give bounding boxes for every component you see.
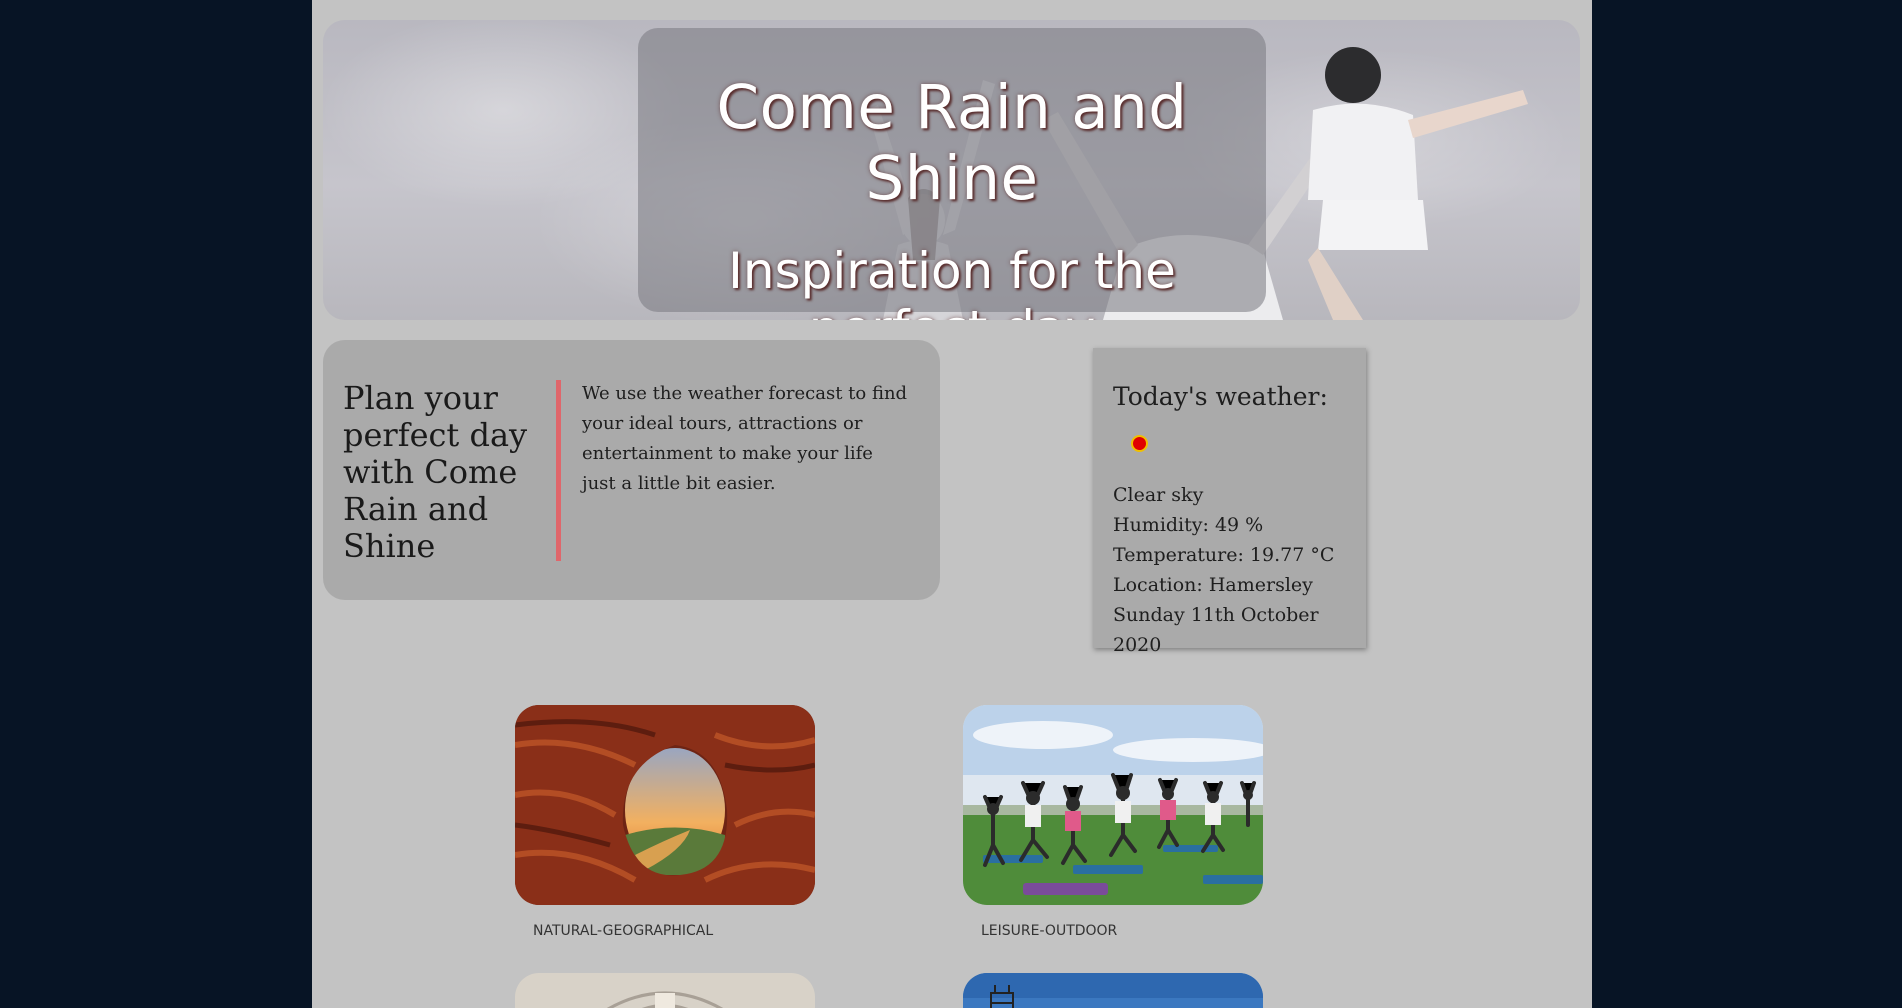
- category-card-leisure-outdoor[interactable]: LEISURE-OUTDOOR: [963, 705, 1263, 939]
- weather-widget: Today's weather: Clear sky Humidity: 49 …: [1093, 348, 1366, 656]
- weather-location: Location: Hamersley: [1113, 574, 1313, 596]
- weather-description: Clear sky: [1113, 484, 1204, 506]
- site-title: Come Rain and Shine: [716, 72, 1188, 214]
- intro-card: Plan your perfect day with Come Rain and…: [323, 340, 940, 600]
- category-label: LEISURE-OUTDOOR: [981, 923, 1118, 939]
- page-container: Come Rain and Shine Inspiration for the …: [312, 0, 1592, 1008]
- category-card-natural-geographical[interactable]: NATURAL-GEOGRAPHICAL: [515, 705, 815, 939]
- category-image-leisure-outdoor[interactable]: [963, 705, 1263, 905]
- intro-description: We use the weather forecast to find your…: [582, 383, 908, 494]
- site-tagline: Inspiration for the perfect day: [728, 242, 1176, 320]
- category-label: NATURAL-GEOGRAPHICAL: [533, 923, 714, 939]
- category-card-outdoor-structure[interactable]: [963, 973, 1263, 1008]
- weather-date: Sunday 11th October 2020: [1113, 604, 1319, 656]
- category-card-building-interior[interactable]: [515, 973, 815, 1008]
- category-image-building-interior[interactable]: [515, 973, 815, 1008]
- weather-details: Clear sky Humidity: 49 % Temperature: 19…: [1113, 480, 1366, 660]
- intro-heading: Plan your perfect day with Come Rain and…: [343, 379, 528, 565]
- clear-sky-sun-icon: [1131, 435, 1148, 452]
- weather-temperature: Temperature: 19.77 °C: [1113, 544, 1335, 566]
- category-image-natural-geographical[interactable]: [515, 705, 815, 905]
- hero-banner: Come Rain and Shine Inspiration for the …: [323, 20, 1580, 320]
- weather-humidity: Humidity: 49 %: [1113, 514, 1264, 536]
- intro-divider: [556, 380, 561, 561]
- weather-title: Today's weather:: [1113, 382, 1328, 411]
- category-image-outdoor-structure[interactable]: [963, 973, 1263, 1008]
- hero-title-panel: Come Rain and Shine Inspiration for the …: [638, 28, 1266, 320]
